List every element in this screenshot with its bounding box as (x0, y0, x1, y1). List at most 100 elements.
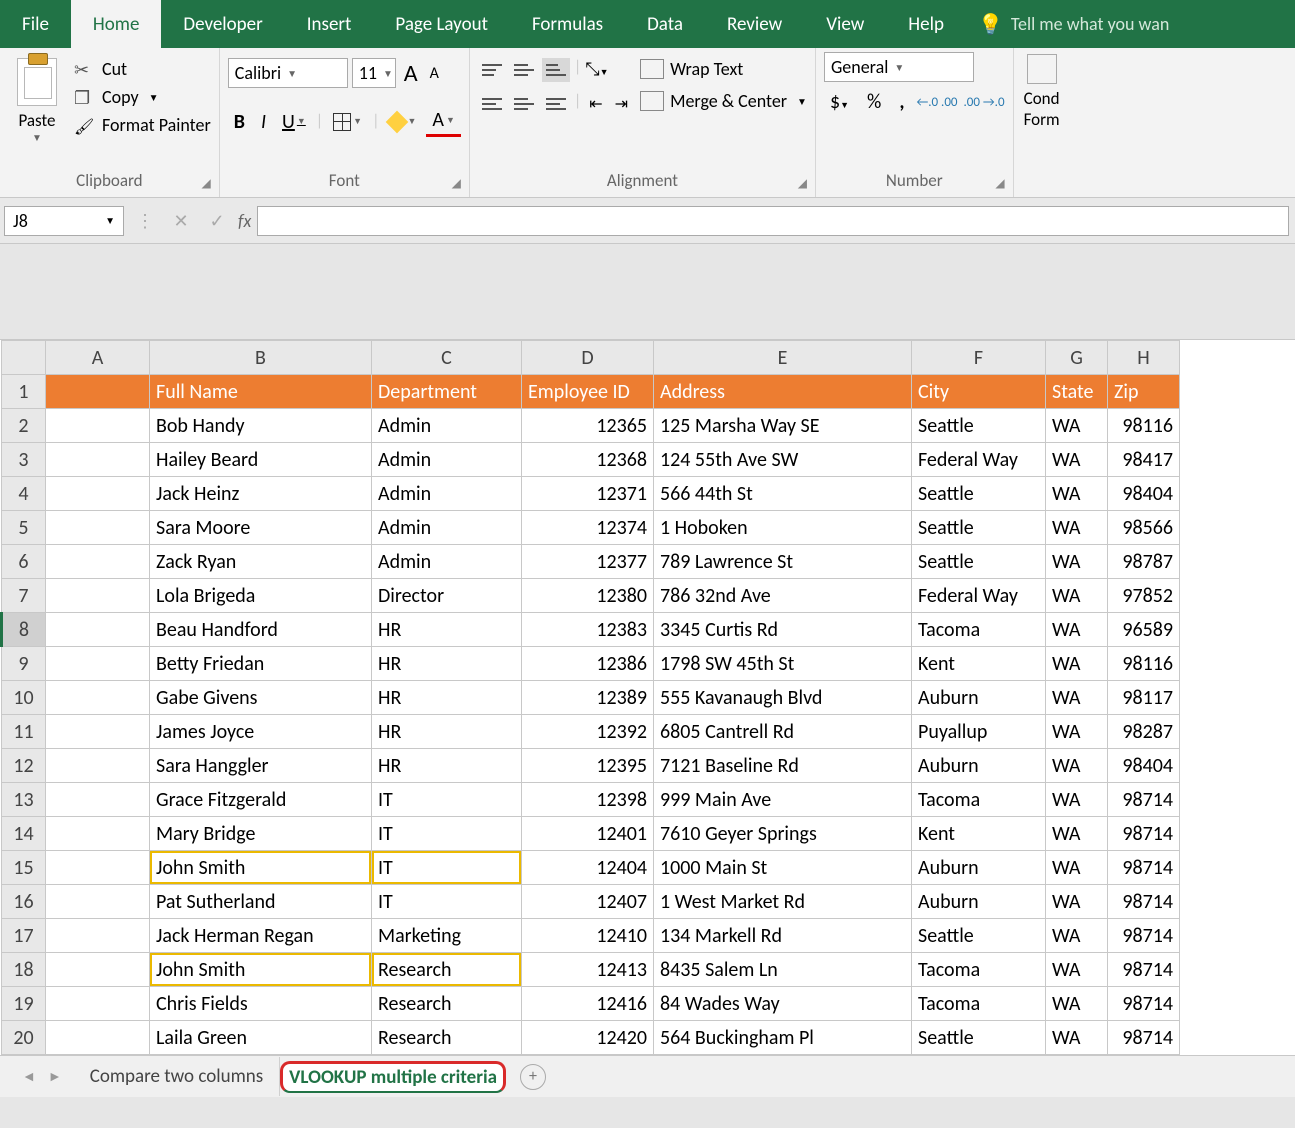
cell[interactable]: Marketing (372, 919, 522, 953)
cell[interactable]: Auburn (912, 885, 1046, 919)
row-header[interactable]: 8 (2, 613, 46, 647)
options-icon[interactable]: ⋮ (130, 210, 160, 232)
cell[interactable]: 12410 (522, 919, 654, 953)
border-button[interactable]: ▼ (327, 111, 368, 133)
cell[interactable]: IT (372, 885, 522, 919)
cell[interactable]: 98714 (1108, 953, 1180, 987)
decrease-decimal-button[interactable]: .00 →.0 (964, 95, 1005, 110)
merge-center-button[interactable]: Merge & Center▼ (640, 90, 807, 112)
row-header[interactable]: 11 (2, 715, 46, 749)
cell[interactable]: 1 Hoboken (654, 511, 912, 545)
cell[interactable]: Kent (912, 817, 1046, 851)
row-header[interactable]: 4 (2, 477, 46, 511)
cell[interactable]: HR (372, 647, 522, 681)
cell[interactable]: Seattle (912, 511, 1046, 545)
cell[interactable]: 96589 (1108, 613, 1180, 647)
copy-button[interactable]: Copy▼ (74, 86, 211, 108)
cell[interactable]: WA (1046, 851, 1108, 885)
chevron-right-icon[interactable]: ► (48, 1068, 62, 1085)
cell[interactable] (46, 817, 150, 851)
align-center-button[interactable] (510, 92, 538, 116)
cell[interactable]: WA (1046, 579, 1108, 613)
cell[interactable] (46, 885, 150, 919)
cell[interactable]: 84 Wades Way (654, 987, 912, 1021)
font-name-combo[interactable]: Calibri▼ (228, 58, 348, 88)
cell[interactable]: WA (1046, 545, 1108, 579)
cell[interactable]: Director (372, 579, 522, 613)
format-painter-button[interactable]: Format Painter (74, 114, 211, 136)
cell[interactable]: 98714 (1108, 817, 1180, 851)
fx-icon[interactable]: fx (238, 210, 251, 232)
cell[interactable] (46, 681, 150, 715)
tab-review[interactable]: Review (705, 0, 804, 48)
col-header-E[interactable]: E (654, 341, 912, 375)
decrease-font-button[interactable]: A (426, 64, 443, 83)
decrease-indent-button[interactable]: ⇤ (585, 92, 606, 116)
cell[interactable]: 12374 (522, 511, 654, 545)
tab-view[interactable]: View (804, 0, 886, 48)
cell[interactable]: 98566 (1108, 511, 1180, 545)
cell[interactable]: 12398 (522, 783, 654, 817)
col-header-B[interactable]: B (150, 341, 372, 375)
cell[interactable]: Zack Ryan (150, 545, 372, 579)
cell[interactable]: 98714 (1108, 1021, 1180, 1055)
dialog-launcher-icon[interactable]: ◢ (202, 176, 211, 191)
cell[interactable]: 566 44th St (654, 477, 912, 511)
cell[interactable]: Auburn (912, 749, 1046, 783)
cell[interactable]: Laila Green (150, 1021, 372, 1055)
cell[interactable]: HR (372, 715, 522, 749)
formula-input[interactable] (257, 206, 1289, 236)
header-cell[interactable]: Full Name (150, 375, 372, 409)
increase-decimal-button[interactable]: ←.0 .00 (916, 95, 957, 110)
font-size-combo[interactable]: 11▼ (352, 58, 396, 88)
cell[interactable]: WA (1046, 749, 1108, 783)
conditional-formatting-button[interactable]: Cond Form (1014, 48, 1070, 197)
italic-button[interactable]: I (255, 108, 272, 136)
cell[interactable]: 12377 (522, 545, 654, 579)
sheet-tab-compare[interactable]: Compare two columns (74, 1057, 280, 1096)
cell[interactable] (46, 579, 150, 613)
cell[interactable]: WA (1046, 1021, 1108, 1055)
cell[interactable]: 3345 Curtis Rd (654, 613, 912, 647)
cell[interactable]: Auburn (912, 681, 1046, 715)
row-header[interactable]: 14 (2, 817, 46, 851)
cell[interactable]: 98117 (1108, 681, 1180, 715)
cell[interactable]: Research (372, 987, 522, 1021)
dialog-launcher-icon[interactable]: ◢ (798, 176, 807, 191)
cell[interactable]: 124 55th Ave SW (654, 443, 912, 477)
worksheet-grid[interactable]: A B C D E F G H 1Full NameDepartmentEmpl… (0, 340, 1295, 1055)
cell[interactable]: Grace Fitzgerald (150, 783, 372, 817)
cell[interactable]: Seattle (912, 409, 1046, 443)
cell[interactable]: 12365 (522, 409, 654, 443)
cell[interactable]: 98714 (1108, 885, 1180, 919)
cell[interactable]: 12413 (522, 953, 654, 987)
wrap-text-button[interactable]: Wrap Text (640, 58, 807, 80)
cell[interactable]: IT (372, 783, 522, 817)
tab-developer[interactable]: Developer (161, 0, 284, 48)
cell[interactable]: Kent (912, 647, 1046, 681)
align-left-button[interactable] (478, 92, 506, 116)
cell[interactable] (46, 477, 150, 511)
header-cell[interactable]: Employee ID (522, 375, 654, 409)
cell[interactable]: WA (1046, 443, 1108, 477)
dialog-launcher-icon[interactable]: ◢ (452, 176, 461, 191)
tab-page-layout[interactable]: Page Layout (373, 0, 510, 48)
paste-button[interactable]: Paste ▼ (8, 52, 66, 144)
cell[interactable]: 7121 Baseline Rd (654, 749, 912, 783)
cell[interactable]: 1798 SW 45th St (654, 647, 912, 681)
sheet-tab-vlookup[interactable]: VLOOKUP multiple criteria (280, 1061, 506, 1093)
cell[interactable]: Bob Handy (150, 409, 372, 443)
cell[interactable]: John Smith (150, 953, 372, 987)
cell[interactable]: 98404 (1108, 477, 1180, 511)
row-header[interactable]: 3 (2, 443, 46, 477)
cell[interactable]: 125 Marsha Way SE (654, 409, 912, 443)
row-header[interactable]: 5 (2, 511, 46, 545)
cell[interactable]: John Smith (150, 851, 372, 885)
cell[interactable]: Federal Way (912, 443, 1046, 477)
cell[interactable]: WA (1046, 409, 1108, 443)
percent-format-button[interactable]: % (861, 90, 887, 114)
cell[interactable]: Puyallup (912, 715, 1046, 749)
enter-formula-button[interactable]: ✓ (202, 210, 232, 232)
cell[interactable]: Admin (372, 443, 522, 477)
cell[interactable]: Research (372, 1021, 522, 1055)
